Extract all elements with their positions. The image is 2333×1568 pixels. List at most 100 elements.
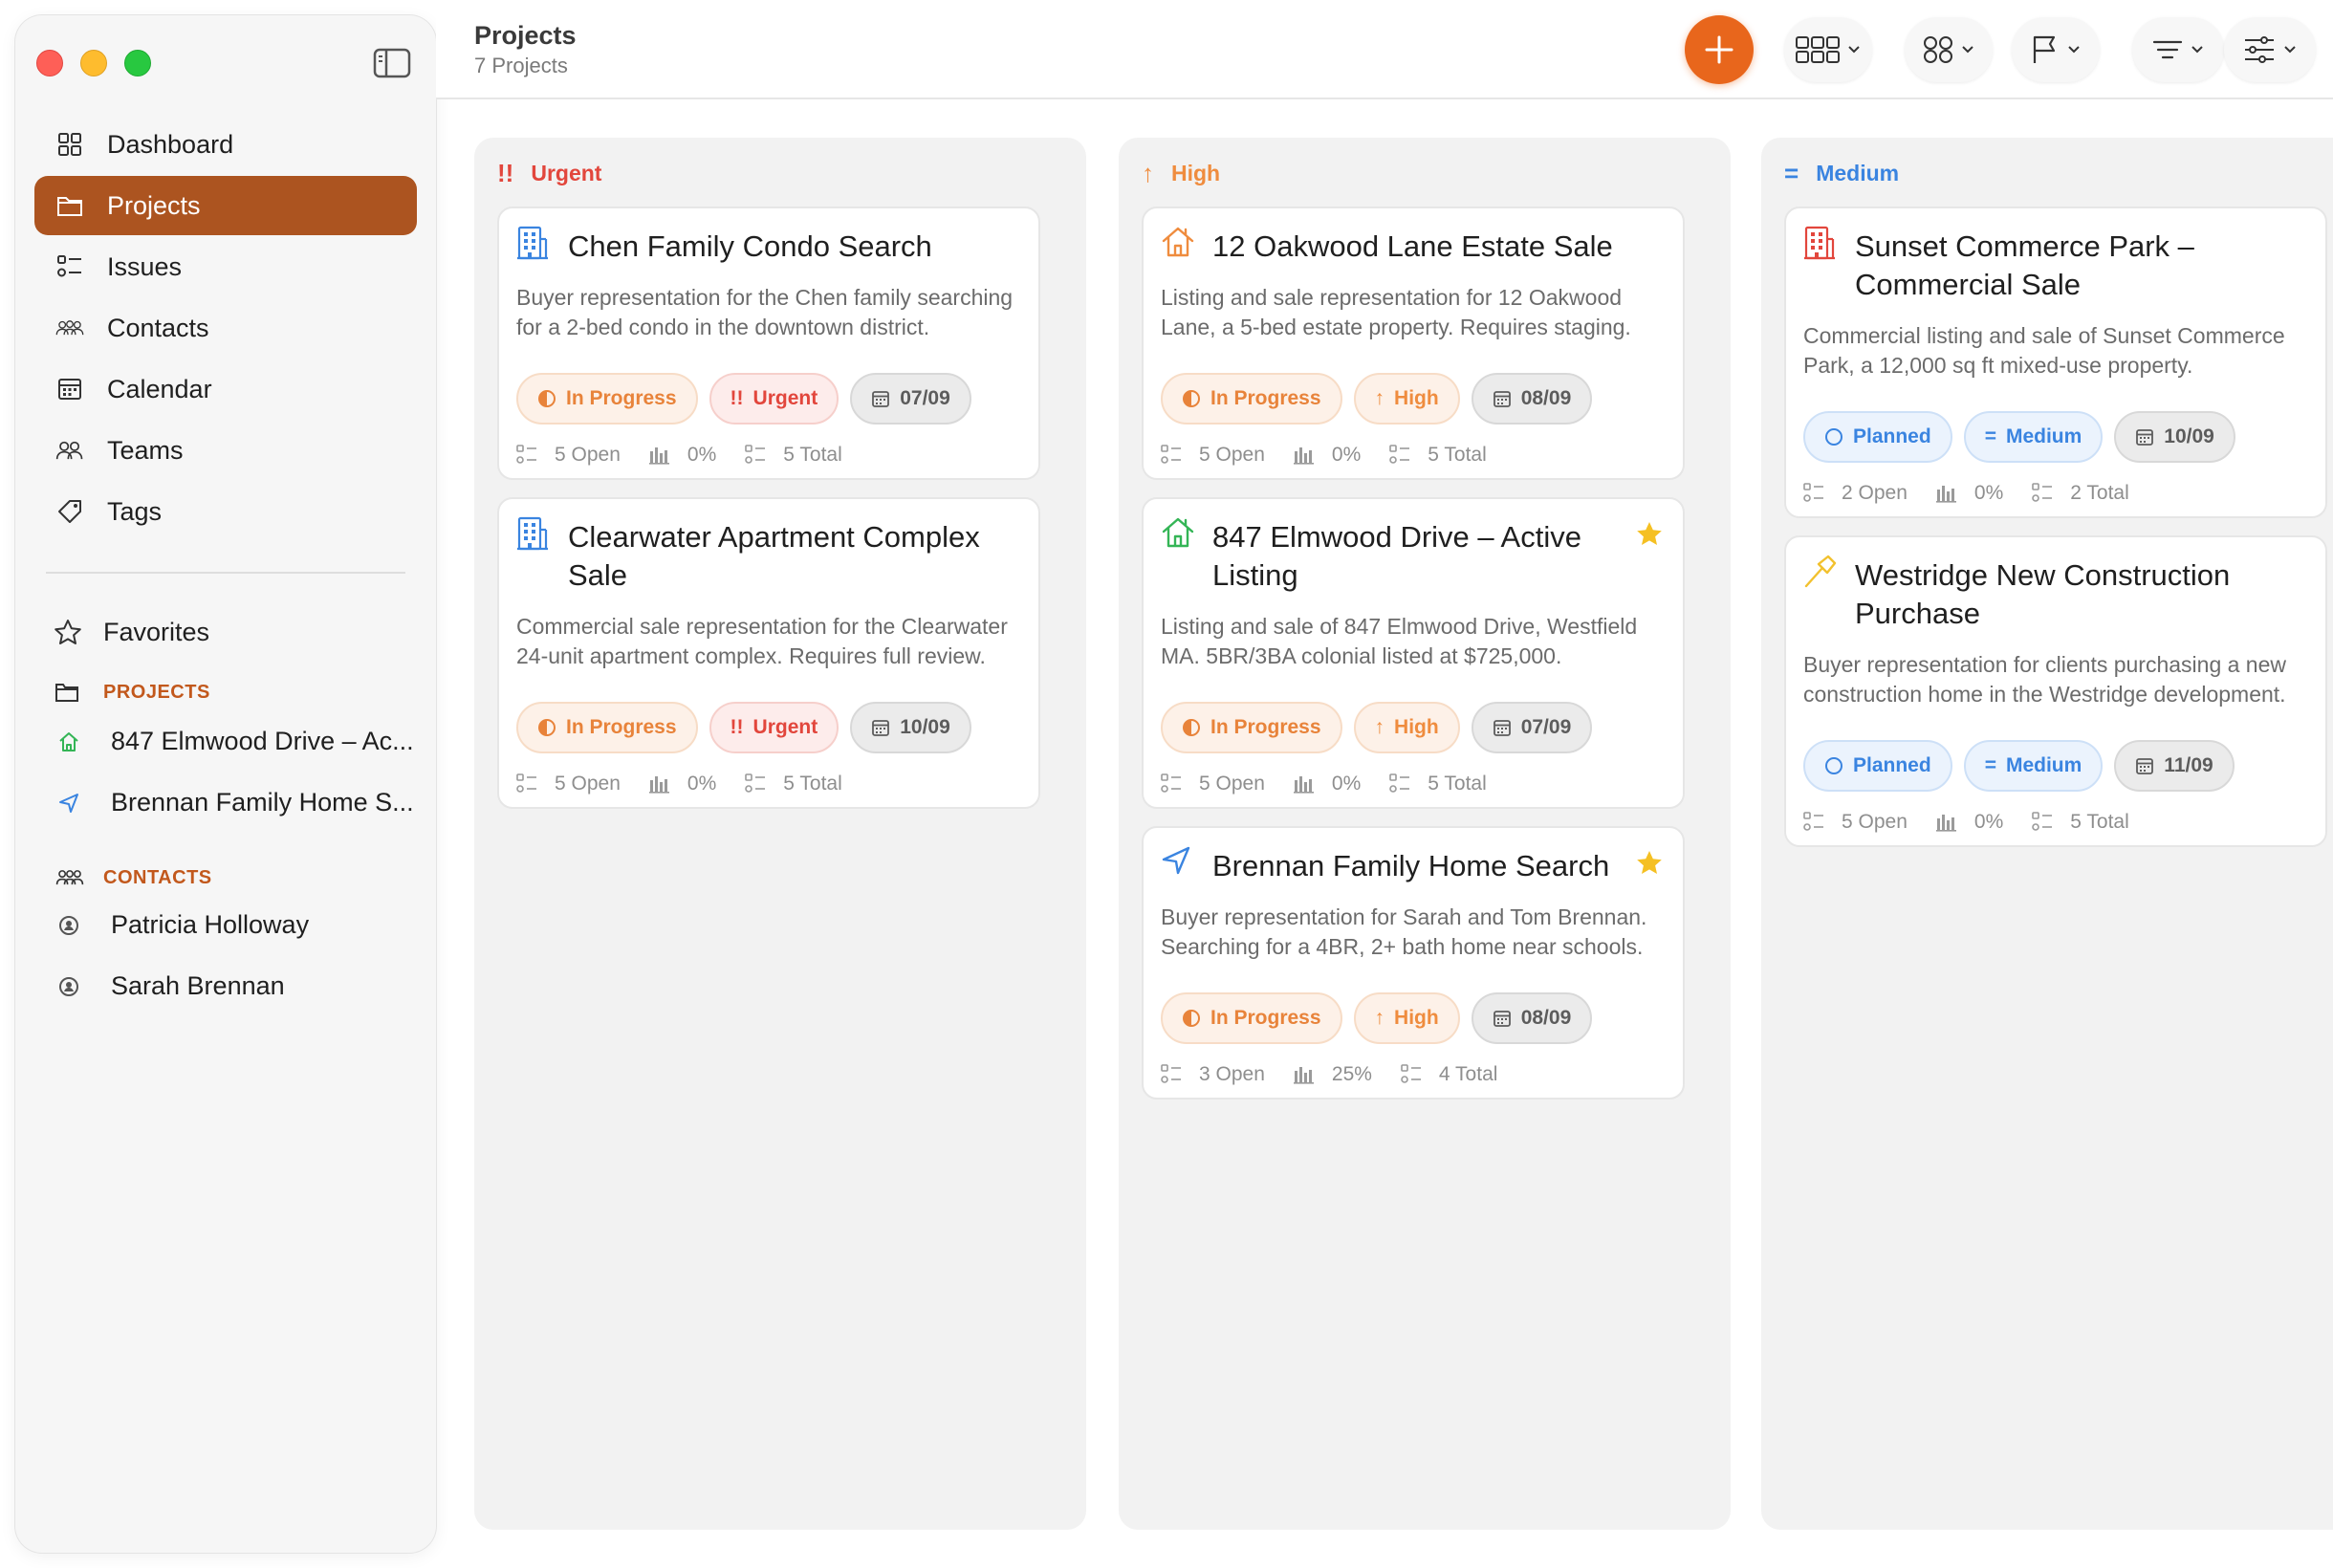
status-badge[interactable]: In Progress bbox=[1161, 373, 1342, 425]
person-circle-icon bbox=[55, 912, 82, 939]
priority-badge[interactable]: ↑ High bbox=[1353, 373, 1460, 425]
group-menu-button[interactable] bbox=[1905, 17, 1993, 82]
due-date-badge[interactable]: 07/09 bbox=[850, 373, 971, 425]
project-title: Sunset Commerce Park – Commercial Sale bbox=[1855, 229, 2194, 301]
status-badge[interactable]: Planned bbox=[1803, 411, 1952, 463]
open-count: 3 Open bbox=[1161, 1063, 1265, 1086]
priority-icon: ↑ bbox=[1374, 1007, 1385, 1029]
project-card[interactable]: 12 Oakwood Lane Estate Sale Listing and … bbox=[1142, 207, 1685, 480]
person-circle-icon bbox=[55, 973, 82, 1000]
plus-icon bbox=[1705, 35, 1733, 64]
progress-percent: 0% bbox=[1293, 444, 1361, 467]
status-badge[interactable]: In Progress bbox=[1161, 702, 1342, 753]
nav-label: Teams bbox=[107, 435, 184, 465]
progress-percent: 0% bbox=[1293, 773, 1361, 795]
section-label: CONTACTS bbox=[103, 866, 212, 888]
status-label: In Progress bbox=[566, 387, 677, 409]
project-title: 847 Elmwood Drive – Active Listing bbox=[1212, 520, 1581, 592]
nav-item-calendar[interactable]: Calendar bbox=[34, 359, 417, 419]
minimize-window-button[interactable] bbox=[80, 50, 107, 76]
project-card[interactable]: Brennan Family Home Search Buyer represe… bbox=[1142, 826, 1685, 1100]
due-date-badge[interactable]: 10/09 bbox=[2114, 411, 2235, 463]
favorite-contact-patricia[interactable]: Patricia Holloway bbox=[55, 910, 309, 940]
status-label: In Progress bbox=[1210, 716, 1321, 738]
favorites-label: Favorites bbox=[103, 618, 210, 646]
sort-menu-button[interactable] bbox=[2132, 17, 2224, 82]
grid-icon bbox=[55, 130, 84, 159]
status-badge[interactable]: Planned bbox=[1803, 740, 1952, 792]
priority-filter-button[interactable] bbox=[2012, 17, 2100, 82]
calendar-icon bbox=[2135, 756, 2154, 775]
due-date-badge[interactable]: 07/09 bbox=[1471, 702, 1593, 753]
due-date-badge[interactable]: 10/09 bbox=[850, 702, 971, 753]
total-count: 5 Total bbox=[745, 444, 842, 467]
favorite-contact-sarah[interactable]: Sarah Brennan bbox=[55, 971, 285, 1001]
due-date-badge[interactable]: 08/09 bbox=[1471, 992, 1593, 1044]
checklist-icon bbox=[55, 252, 84, 281]
project-stats: 5 Open 0% 5 Total bbox=[516, 444, 871, 467]
nav-item-tags[interactable]: Tags bbox=[34, 482, 417, 541]
planned-status-icon bbox=[1824, 427, 1843, 446]
open-count: 5 Open bbox=[1161, 773, 1265, 795]
progress-percent: 0% bbox=[1935, 482, 2004, 505]
close-window-button[interactable] bbox=[36, 50, 63, 76]
priority-badge[interactable]: ↑ High bbox=[1353, 992, 1460, 1044]
in-progress-status-icon bbox=[537, 389, 556, 408]
status-badge[interactable]: In Progress bbox=[1161, 992, 1342, 1044]
add-project-button[interactable] bbox=[1685, 15, 1754, 84]
open-issues-icon bbox=[1161, 773, 1181, 793]
priority-badge[interactable]: = Medium bbox=[1963, 411, 2104, 463]
favorite-project-elmwood[interactable]: 847 Elmwood Drive – Ac... bbox=[55, 727, 414, 756]
sidebar-divider bbox=[46, 572, 405, 574]
building-icon bbox=[516, 226, 551, 260]
total-count: 2 Total bbox=[2032, 482, 2129, 505]
project-tags: In Progress !! Urgent 10/09 bbox=[516, 702, 971, 753]
open-count-label: 5 Open bbox=[555, 773, 621, 795]
star-filled-icon[interactable] bbox=[1635, 849, 1664, 878]
star-outline-icon bbox=[54, 619, 82, 647]
team-icon bbox=[55, 436, 84, 465]
calendar-icon bbox=[1493, 1009, 1512, 1028]
column-title: High bbox=[1171, 161, 1221, 185]
nav-item-projects[interactable]: Projects bbox=[34, 176, 417, 235]
priority-badge[interactable]: !! Urgent bbox=[709, 373, 839, 425]
nav-item-issues[interactable]: Issues bbox=[34, 237, 417, 296]
layout-menu-button[interactable] bbox=[1784, 17, 1872, 82]
sidebar-toggle-icon[interactable] bbox=[373, 48, 411, 78]
priority-badge[interactable]: !! Urgent bbox=[709, 702, 839, 753]
status-badge[interactable]: In Progress bbox=[516, 702, 698, 753]
priority-badge[interactable]: ↑ High bbox=[1353, 702, 1460, 753]
total-count-label: 5 Total bbox=[1428, 444, 1487, 466]
project-card[interactable]: Westridge New Construction Purchase Buye… bbox=[1784, 535, 2327, 847]
priority-label: High bbox=[1394, 716, 1439, 738]
due-date-badge[interactable]: 11/09 bbox=[2114, 740, 2235, 792]
zoom-window-button[interactable] bbox=[124, 50, 151, 76]
project-tags: Planned = Medium 11/09 bbox=[1803, 740, 2235, 792]
page-title: Projects bbox=[474, 21, 577, 50]
status-label: In Progress bbox=[1210, 387, 1321, 409]
total-count: 5 Total bbox=[1389, 773, 1487, 795]
project-card[interactable]: Sunset Commerce Park – Commercial Sale C… bbox=[1784, 207, 2327, 518]
nav-item-contacts[interactable]: Contacts bbox=[34, 298, 417, 358]
due-date-badge[interactable]: 08/09 bbox=[1471, 373, 1593, 425]
priority-icon: !! bbox=[730, 716, 744, 738]
project-card[interactable]: Chen Family Condo Search Buyer represent… bbox=[497, 207, 1040, 480]
favorites-heading[interactable]: Favorites bbox=[54, 618, 209, 647]
progress-label: 0% bbox=[1973, 482, 2004, 504]
favorite-project-brennan[interactable]: Brennan Family Home S... bbox=[55, 788, 414, 817]
contacts-section-heading: CONTACTS bbox=[55, 866, 212, 889]
priority-badge[interactable]: = Medium bbox=[1963, 740, 2104, 792]
project-description: Listing and sale of 847 Elmwood Drive, W… bbox=[1161, 614, 1638, 668]
chevron-down-icon bbox=[2284, 46, 2296, 54]
status-badge[interactable]: In Progress bbox=[516, 373, 698, 425]
project-card[interactable]: Clearwater Apartment Complex Sale Commer… bbox=[497, 497, 1040, 809]
house-icon bbox=[1161, 516, 1195, 551]
nav-item-teams[interactable]: Teams bbox=[34, 421, 417, 480]
display-options-button[interactable] bbox=[2224, 17, 2316, 82]
folder-icon bbox=[55, 681, 84, 704]
status-label: Planned bbox=[1853, 425, 1931, 447]
project-card[interactable]: 847 Elmwood Drive – Active Listing Listi… bbox=[1142, 497, 1685, 809]
star-filled-icon[interactable] bbox=[1635, 520, 1664, 549]
in-progress-status-icon bbox=[537, 718, 556, 737]
nav-item-dashboard[interactable]: Dashboard bbox=[34, 115, 417, 174]
